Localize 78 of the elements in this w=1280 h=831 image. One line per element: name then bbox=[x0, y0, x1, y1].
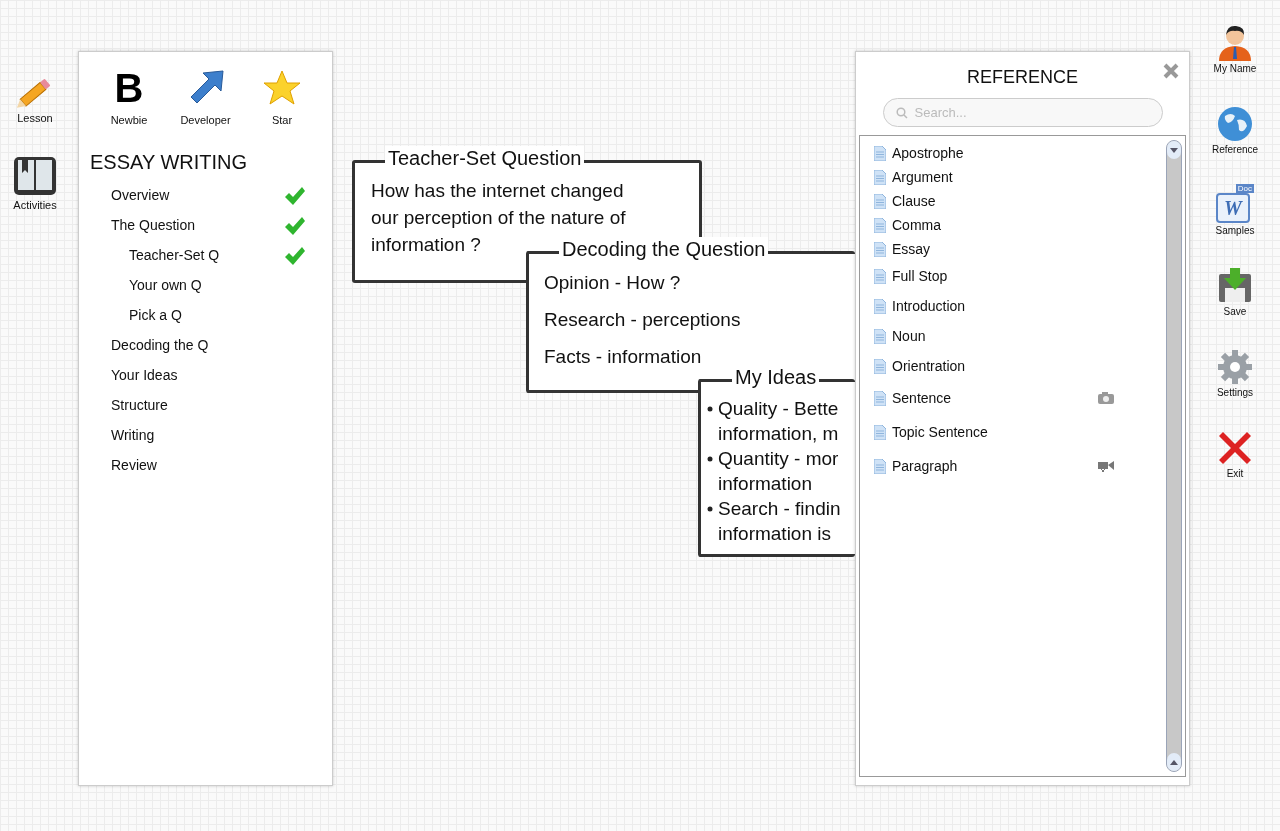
bullet-icon bbox=[707, 456, 713, 462]
globe-icon bbox=[1217, 106, 1253, 142]
document-icon bbox=[874, 458, 886, 474]
toolbar-button[interactable]: Settings bbox=[1216, 340, 1254, 400]
search-icon bbox=[895, 107, 908, 119]
bullet-icon bbox=[707, 406, 713, 412]
toolbar-button[interactable]: My Name bbox=[1213, 16, 1257, 76]
toolbar-button[interactable]: Exit bbox=[1217, 421, 1253, 481]
reference-item[interactable]: Argument bbox=[874, 165, 1166, 189]
search-field[interactable]: Search... bbox=[882, 98, 1163, 127]
document-icon bbox=[874, 145, 886, 161]
document-icon bbox=[874, 241, 886, 257]
letter-badge-icon: B bbox=[114, 68, 144, 108]
close-button[interactable] bbox=[1162, 62, 1180, 80]
course-step[interactable]: The Question bbox=[111, 215, 284, 236]
idea-text: information is bbox=[718, 522, 832, 546]
toolbar-button[interactable]: Activities bbox=[13, 154, 57, 213]
reference-item[interactable]: Essay bbox=[874, 237, 1166, 261]
question-text: information ? bbox=[371, 233, 481, 257]
document-icon bbox=[874, 298, 886, 314]
course-step[interactable]: Teacher-Set Q bbox=[129, 245, 284, 266]
gear-icon bbox=[1217, 349, 1253, 385]
box-title: Decoding the Question bbox=[559, 237, 769, 261]
reference-item[interactable]: Sentence bbox=[874, 381, 1166, 415]
floppy-disk-icon bbox=[1217, 266, 1253, 304]
document-icon bbox=[874, 268, 886, 284]
reference-item[interactable]: Full Stop bbox=[874, 261, 1166, 291]
course-step[interactable]: Your Ideas bbox=[111, 365, 284, 386]
document-icon: W bbox=[1216, 193, 1250, 223]
book-icon bbox=[13, 154, 57, 197]
decoding-item: Research - perceptions bbox=[544, 308, 741, 332]
reference-item[interactable]: Comma bbox=[874, 213, 1166, 237]
question-text: How has the internet changed bbox=[371, 179, 624, 203]
panel-title: REFERENCE bbox=[967, 66, 1078, 89]
idea-text: Quantity - mor bbox=[718, 447, 839, 471]
doc-tag: Doc bbox=[1235, 184, 1254, 193]
course-step[interactable]: Review bbox=[111, 455, 284, 476]
toolbar-button[interactable]: Save bbox=[1217, 259, 1253, 319]
idea-text: information bbox=[718, 472, 813, 496]
close-icon bbox=[1217, 430, 1253, 466]
course-step[interactable]: Your own Q bbox=[129, 275, 284, 296]
document-icon bbox=[874, 328, 886, 344]
idea-text: Quality - Bette bbox=[718, 397, 839, 421]
document-icon bbox=[874, 424, 886, 440]
star-icon bbox=[263, 69, 301, 107]
toolbar-button[interactable]: Reference bbox=[1211, 97, 1259, 157]
course-title: ESSAY WRITING bbox=[90, 149, 249, 175]
reference-item[interactable]: Noun bbox=[874, 321, 1166, 351]
idea-text: Search - findin bbox=[718, 497, 841, 521]
document-icon bbox=[874, 169, 886, 185]
document-icon bbox=[874, 193, 886, 209]
reference-item[interactable]: Apostrophe bbox=[874, 141, 1166, 165]
badge-label: Newbie bbox=[110, 113, 148, 128]
idea-text: information, m bbox=[718, 422, 839, 446]
reference-item[interactable]: Clause bbox=[874, 189, 1166, 213]
course-step[interactable]: Structure bbox=[111, 395, 284, 416]
reference-item[interactable]: Topic Sentence bbox=[874, 415, 1166, 449]
document-icon bbox=[874, 390, 886, 406]
course-step[interactable]: Overview bbox=[111, 185, 284, 206]
badge-label: Star bbox=[271, 113, 293, 128]
question-text: our perception of the nature of bbox=[371, 206, 626, 230]
box-title: Teacher-Set Question bbox=[385, 146, 585, 170]
reference-item[interactable]: Orientration bbox=[874, 351, 1166, 381]
course-step[interactable]: Decoding the Q bbox=[111, 335, 284, 356]
scrollbar[interactable] bbox=[1166, 140, 1182, 772]
toolbar-button[interactable]: Doc W Samples bbox=[1215, 178, 1255, 238]
document-icon bbox=[874, 358, 886, 374]
decoding-item: Facts - information bbox=[544, 345, 702, 369]
video-camera-icon bbox=[1098, 460, 1114, 472]
badge-label: Developer bbox=[180, 113, 231, 128]
reference-item[interactable]: Paragraph bbox=[874, 449, 1166, 483]
camera-icon bbox=[1098, 392, 1114, 404]
reference-item[interactable]: Introduction bbox=[874, 291, 1166, 321]
toolbar-button[interactable]: Lesson bbox=[15, 74, 55, 127]
bullet-icon bbox=[707, 506, 713, 512]
course-step[interactable]: Pick a Q bbox=[129, 305, 284, 326]
document-icon bbox=[874, 217, 886, 233]
course-step[interactable]: Writing bbox=[111, 425, 284, 446]
